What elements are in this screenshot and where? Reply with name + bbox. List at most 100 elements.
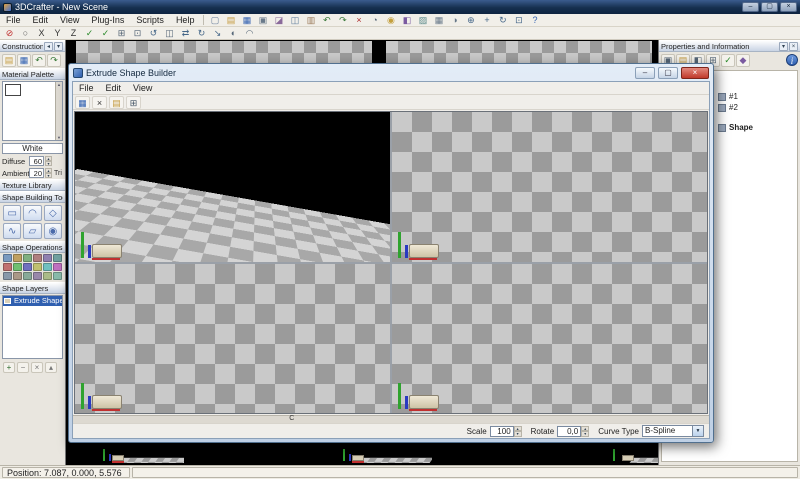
shape-operation-icon[interactable]	[23, 254, 32, 262]
shape-operation-icon[interactable]	[33, 254, 42, 262]
scene-viewport-bottom-3[interactable]	[610, 442, 658, 463]
shape-layers-header[interactable]: Shape Layers	[0, 282, 65, 294]
shape-operation-icon[interactable]	[13, 254, 22, 262]
menu-item[interactable]: Edit	[27, 15, 55, 25]
menu-item[interactable]: View	[127, 83, 158, 93]
scene-viewport-bottom-2[interactable]	[340, 442, 432, 463]
spin-down-icon[interactable]: ▼	[581, 431, 589, 437]
deselect-icon[interactable]: ⊘	[2, 27, 17, 39]
menu-item[interactable]: File	[73, 83, 100, 93]
diffuse-value[interactable]: 60	[29, 156, 44, 166]
axis-z-icon[interactable]: Z	[66, 27, 81, 39]
open-icon[interactable]: ▤	[109, 96, 124, 109]
shape-operation-icon[interactable]	[3, 254, 12, 262]
shape-layers-list[interactable]: Extrude Shape Build	[2, 295, 63, 359]
menu-item[interactable]: View	[54, 15, 85, 25]
axis-x-icon[interactable]: X	[34, 27, 49, 39]
fit-view-icon[interactable]: ⊡	[511, 14, 526, 26]
viewport-bottom-right[interactable]	[392, 264, 707, 414]
copy-icon[interactable]: ◫	[287, 14, 302, 26]
poly-tool-icon[interactable]: ▱	[23, 223, 41, 239]
menu-item[interactable]: Help	[170, 15, 201, 25]
shape-operation-icon[interactable]	[23, 272, 32, 280]
extrude-shape[interactable]	[409, 395, 439, 409]
texture-icon[interactable]: ▨	[415, 14, 430, 26]
apply-check-icon[interactable]: ✓	[82, 27, 97, 39]
curve-tool-icon[interactable]: ∿	[3, 223, 21, 239]
extrude-shape[interactable]	[92, 395, 122, 409]
center-track[interactable]: C	[73, 415, 709, 423]
snap-icon[interactable]: ⊡	[130, 27, 145, 39]
lathe-icon[interactable]: ◐	[226, 27, 241, 39]
confirm-check-icon[interactable]: ✓	[98, 27, 113, 39]
camera-icon[interactable]: ◔	[367, 14, 382, 26]
shape-operation-icon[interactable]	[53, 254, 62, 262]
panel-menu-icon[interactable]: ▾	[779, 42, 788, 51]
delete-layer-icon[interactable]: ×	[31, 362, 43, 373]
open-file-icon[interactable]: ▤	[2, 54, 16, 67]
selected-material-swatch[interactable]	[5, 84, 21, 96]
select-icon[interactable]: ○	[18, 27, 33, 39]
menu-item[interactable]: Plug-Ins	[85, 15, 130, 25]
close-panel-icon[interactable]: ×	[789, 42, 798, 51]
undo-icon[interactable]: ↶	[32, 54, 46, 67]
shape-operation-icon[interactable]	[13, 263, 22, 271]
spin-down-icon[interactable]: ▼	[514, 431, 522, 437]
help-icon[interactable]: ?	[527, 14, 542, 26]
shape-operation-icon[interactable]	[13, 272, 22, 280]
menu-item[interactable]: Edit	[100, 83, 128, 93]
builder-titlebar[interactable]: Extrude Shape Builder – ▢ ×	[72, 64, 710, 81]
menu-item[interactable]: File	[0, 15, 27, 25]
scale-icon[interactable]: ↘	[210, 27, 225, 39]
remove-layer-icon[interactable]: −	[17, 362, 29, 373]
close-icon[interactable]: ×	[780, 2, 797, 12]
shape-operation-icon[interactable]	[53, 272, 62, 280]
shape-operations-header[interactable]: Shape Operations	[0, 241, 65, 253]
material-icon[interactable]: ◆	[736, 54, 750, 67]
viewport-top-right[interactable]	[392, 112, 707, 262]
redo-icon[interactable]: ↷	[335, 14, 350, 26]
scale-value[interactable]: 100	[490, 426, 514, 437]
swatch-scrollbar[interactable]: ▲ ▼	[55, 82, 62, 140]
shape-operation-icon[interactable]	[43, 272, 52, 280]
shape-operation-icon[interactable]	[3, 263, 12, 271]
spin-down-icon[interactable]: ▼	[45, 161, 52, 166]
spin-down-icon[interactable]: ▼	[45, 173, 52, 178]
viewport-bottom-left[interactable]	[75, 264, 390, 414]
panel-menu-icon[interactable]: ▾	[54, 42, 63, 51]
maximize-icon[interactable]: ▢	[761, 2, 778, 12]
delete-icon[interactable]: ×	[92, 96, 107, 109]
box-tool-icon[interactable]: ▭	[3, 205, 21, 221]
save-icon[interactable]: ▦	[239, 14, 254, 26]
print-icon[interactable]: ▣	[255, 14, 270, 26]
extrude-shape[interactable]	[92, 244, 122, 258]
curve-type-select[interactable]: B-Spline ▼	[642, 425, 704, 437]
maximize-icon[interactable]: ▢	[658, 67, 678, 79]
scene-viewport-top-right[interactable]	[386, 41, 652, 64]
shape-operation-icon[interactable]	[23, 263, 32, 271]
extrude-shape[interactable]	[409, 244, 439, 258]
paste-icon[interactable]: ▥	[303, 14, 318, 26]
minimize-icon[interactable]: –	[635, 67, 655, 79]
grid-icon[interactable]: ⊞	[126, 96, 141, 109]
selected-layer-item[interactable]: Extrude Shape Build	[3, 296, 62, 306]
raise-layer-icon[interactable]: ▴	[45, 362, 57, 373]
main-titlebar[interactable]: 3DCrafter - New Scene – ▢ ×	[0, 0, 800, 14]
wireframe-icon[interactable]: ▦	[431, 14, 446, 26]
scene-viewport-bottom-1[interactable]	[100, 442, 184, 463]
move-icon[interactable]: ⇄	[178, 27, 193, 39]
add-layer-icon[interactable]: +	[3, 362, 15, 373]
shape-operation-icon[interactable]	[43, 254, 52, 262]
close-icon[interactable]: ×	[681, 67, 709, 79]
scene-viewport-top-left[interactable]	[76, 41, 372, 64]
shape-operation-icon[interactable]	[33, 272, 42, 280]
viewport-perspective[interactable]	[75, 112, 390, 262]
smooth-icon[interactable]: ◠	[242, 27, 257, 39]
rotate-value[interactable]: 0,0	[557, 426, 581, 437]
save-icon[interactable]: ▦	[75, 96, 90, 109]
arc-tool-icon[interactable]: ◠	[23, 205, 41, 221]
open-icon[interactable]: ▤	[223, 14, 238, 26]
axis-y-icon[interactable]: Y	[50, 27, 65, 39]
ambient-value[interactable]: 20	[29, 168, 44, 178]
shape-building-tools-header[interactable]: Shape Building Tools	[0, 191, 65, 203]
